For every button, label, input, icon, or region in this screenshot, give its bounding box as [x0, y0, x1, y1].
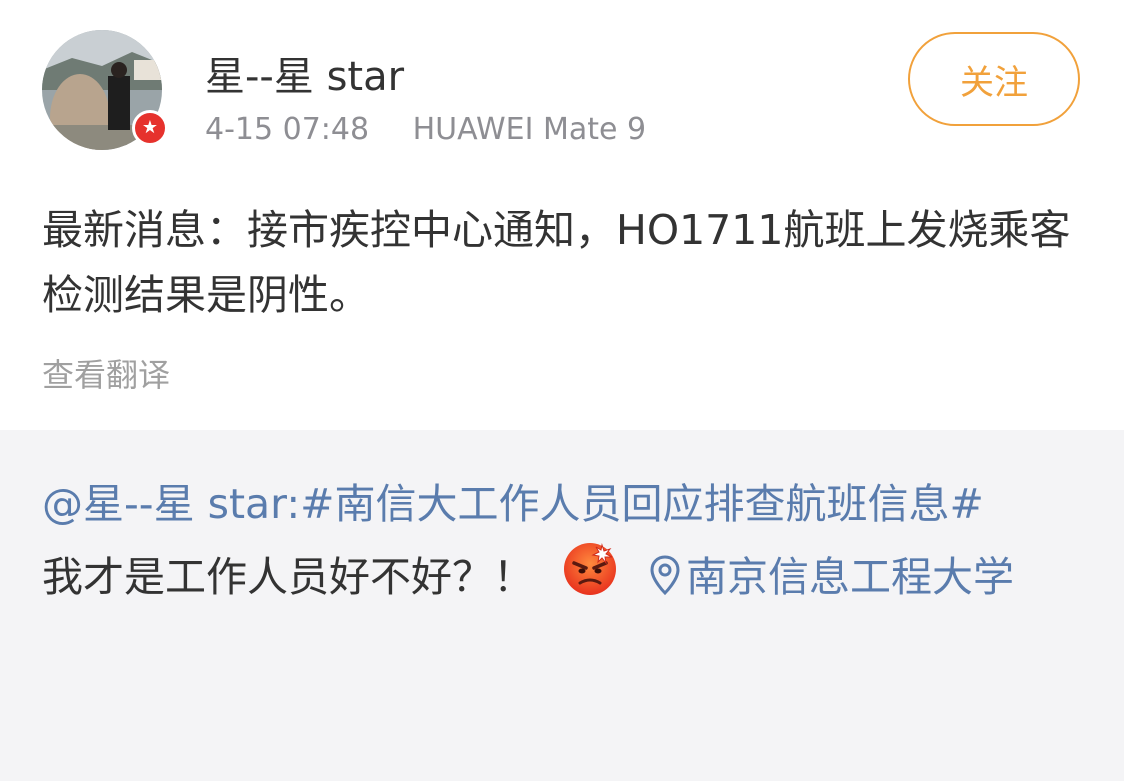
- verified-badge: ★: [132, 110, 168, 146]
- weibo-post: ★ 星--星 star 4-15 07:48 HUAWEI Mate 9 关注 …: [0, 0, 1124, 430]
- post-time: 4-15 07:48: [205, 112, 370, 147]
- repost-text: @星--星 star:#南信大工作人员回应排查航班信息# 我才是工作人员好不好？…: [42, 468, 1082, 620]
- post-device: HUAWEI Mate 9: [412, 112, 647, 147]
- location-link[interactable]: 南京信息工程大学: [650, 553, 1014, 601]
- angry-face-icon: [562, 541, 618, 620]
- post-meta: 4-15 07:48 HUAWEI Mate 9: [205, 112, 646, 147]
- star-icon: ★: [141, 117, 159, 138]
- post-content: 最新消息：接市疾控中心通知，HO1711航班上发烧乘客检测结果是阴性。: [42, 206, 1071, 319]
- username[interactable]: 星--星 star: [205, 44, 404, 102]
- translate-link[interactable]: 查看翻译: [42, 350, 170, 396]
- location-name: 南京信息工程大学: [686, 553, 1014, 601]
- mention-link[interactable]: @星--星 star:: [42, 480, 300, 528]
- location-pin-icon: [650, 555, 680, 595]
- repost-message: 我才是工作人员好不好？！: [42, 553, 534, 601]
- hashtag-link[interactable]: #南信大工作人员回应排查航班信息#: [300, 480, 984, 528]
- follow-button[interactable]: 关注: [908, 32, 1080, 126]
